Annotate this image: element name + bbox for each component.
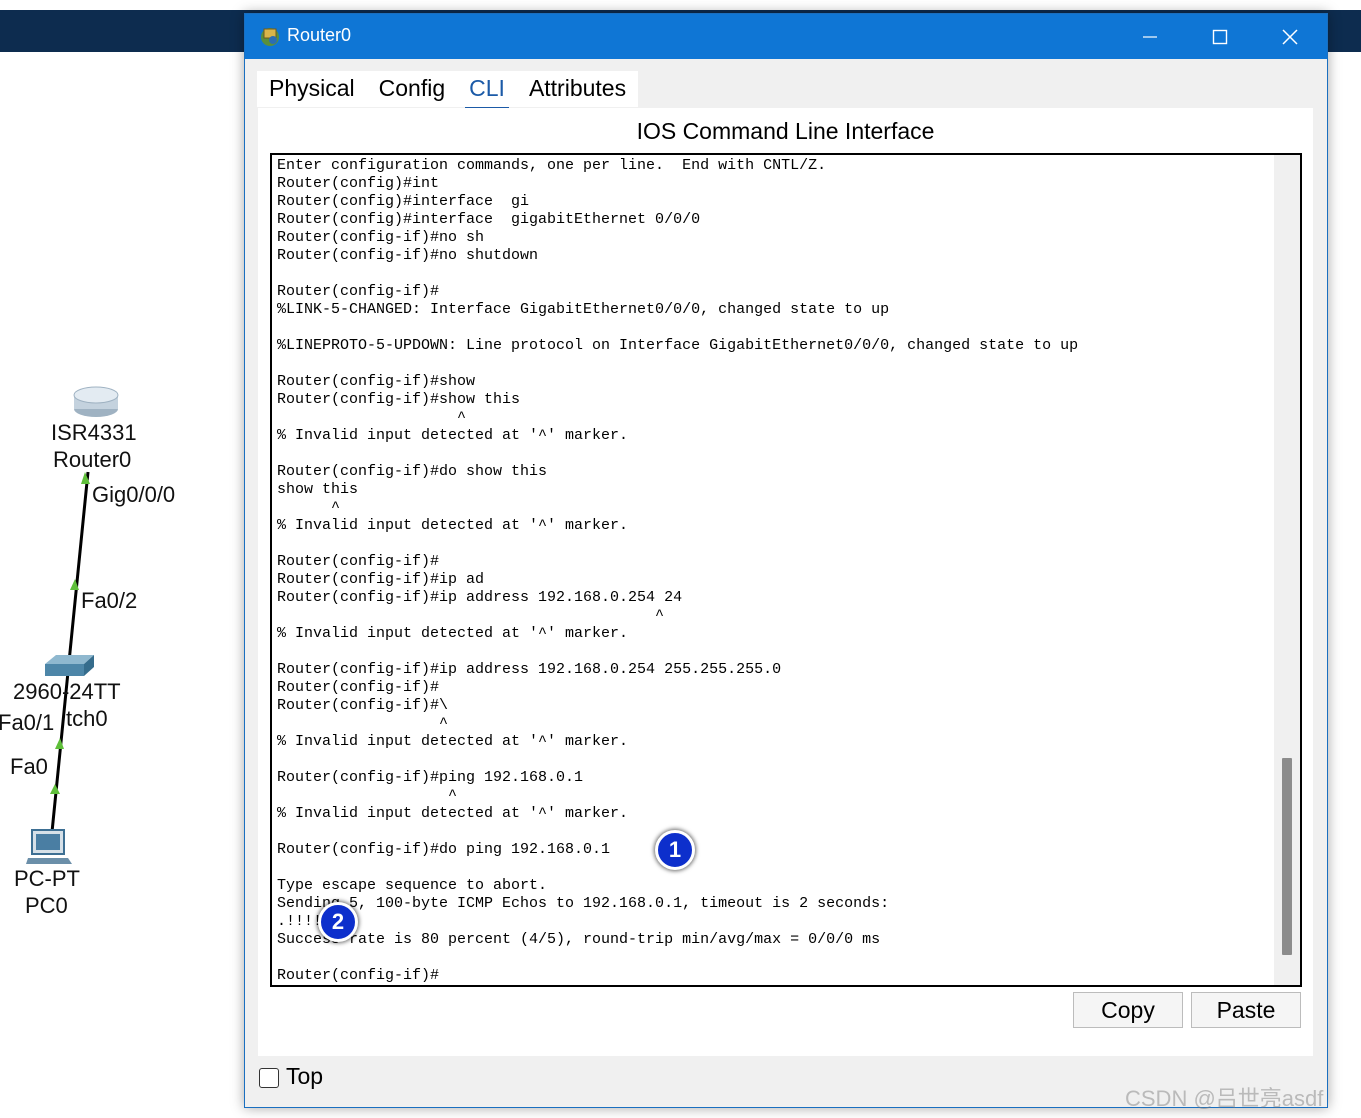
pc-name-label: PC0 [25,893,68,918]
switch-model-label: 2960-24TT [13,679,121,704]
maximize-icon [1212,29,1228,44]
router-icon[interactable] [73,386,119,417]
window-title: Router0 [287,25,352,45]
vertical-scrollbar[interactable] [1274,155,1300,985]
packet-tracer-icon [259,25,281,52]
router-window[interactable]: Router0 Physical Config CLI Attributes I… [244,13,1328,1108]
pc-port-label: Fa0 [10,754,48,779]
topology-links [26,386,119,864]
router-model-label: ISR4331 [51,420,137,445]
switch-up-port-label: Fa0/2 [81,588,138,613]
minimize-button[interactable] [1115,14,1185,59]
scrollbar-thumb[interactable] [1282,758,1292,955]
tab-attributes[interactable]: Attributes [517,71,638,107]
tab-cli[interactable]: CLI [457,71,517,111]
maximize-button[interactable] [1185,14,1255,59]
tab-bar: Physical Config CLI Attributes [257,71,639,111]
router-name-label: Router0 [53,447,132,472]
router-port-label: Gig0/0/0 [92,482,176,507]
switch-down-port-label: Fa0/1 [0,710,55,735]
topology-canvas[interactable]: ISR4331 Router0 Gig0/0/0 Fa0/2 2960-24TT… [0,52,250,1118]
pc-icon[interactable] [26,829,72,864]
annotation-marker-2: 2 [318,902,358,942]
window-titlebar[interactable]: Router0 [245,14,1327,59]
top-checkbox-label: Top [286,1063,324,1089]
top-checkbox[interactable] [259,1068,279,1088]
pc-model-label: PC-PT [14,866,80,891]
cli-terminal[interactable]: Enter configuration commands, one per li… [270,153,1302,987]
copy-button[interactable]: Copy [1073,992,1183,1028]
paste-button[interactable]: Paste [1191,992,1301,1028]
switch-name-label: tch0 [66,706,108,731]
annotation-marker-1: 1 [655,830,695,870]
minimize-icon [1143,35,1157,38]
top-strip [0,0,1361,10]
close-button[interactable] [1255,14,1325,59]
cli-heading: IOS Command Line Interface [636,118,935,144]
cli-panel: IOS Command Line Interface Enter configu… [258,108,1313,1056]
watermark: CSDN @吕世亮asdf [1125,1086,1324,1111]
switch-icon[interactable] [45,655,94,676]
cable-router-switch[interactable] [50,471,90,833]
tab-physical[interactable]: Physical [257,71,367,107]
link-status-icon [50,784,60,794]
tab-config[interactable]: Config [367,71,457,107]
close-icon [1282,28,1298,45]
